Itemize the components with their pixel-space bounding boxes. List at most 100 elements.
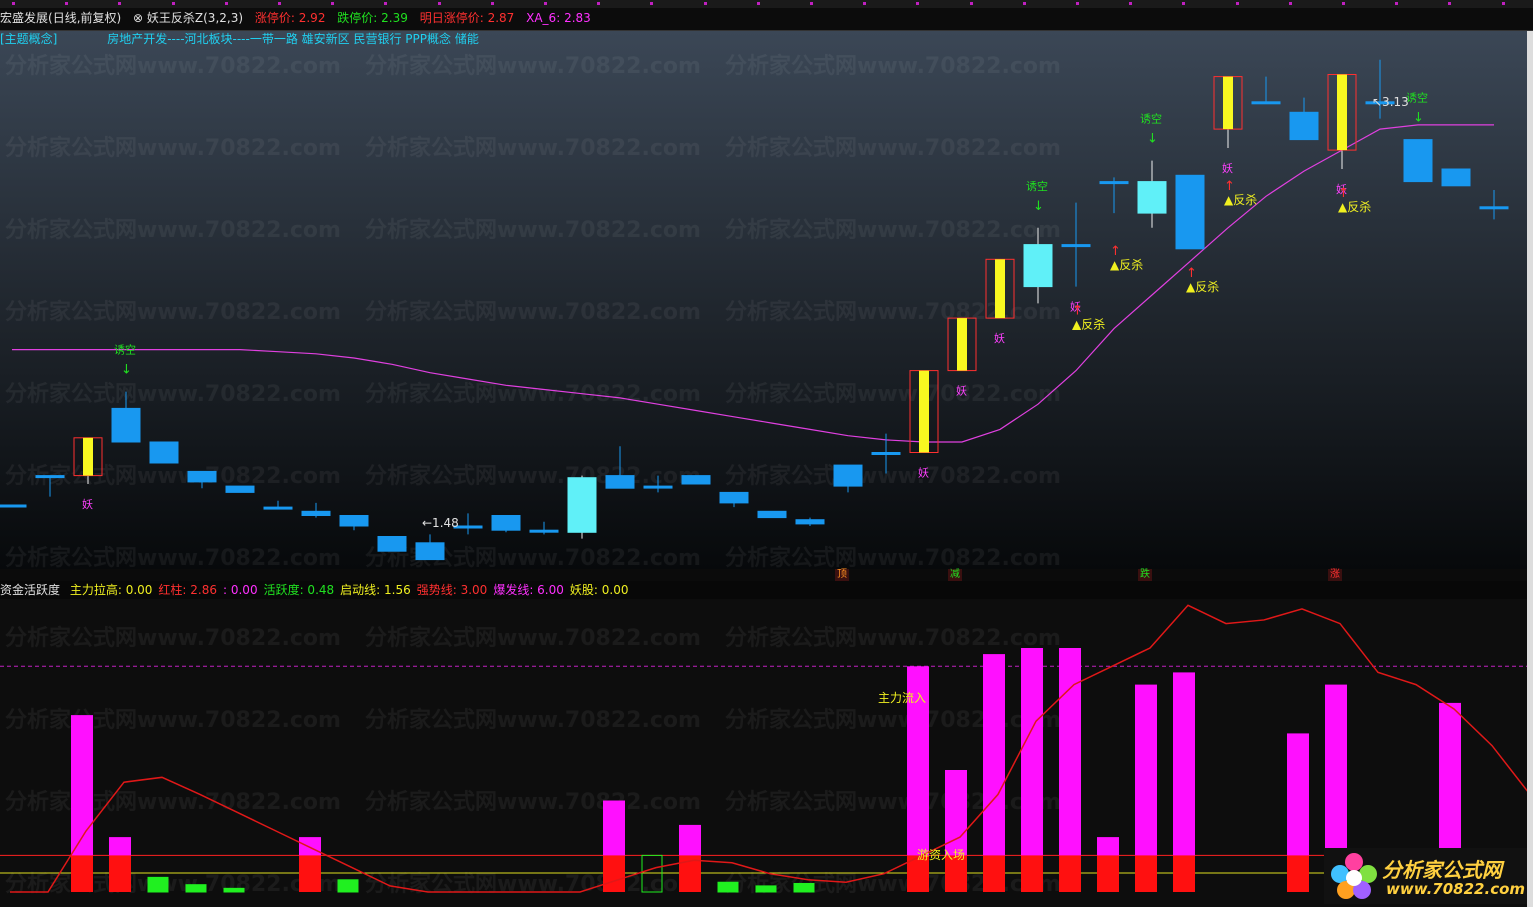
stock-name: 宏盛发展(日线,前复权)	[0, 11, 122, 25]
counter-kill-label: ▲反杀	[1338, 199, 1371, 214]
watermark-text: 分析家公式网www.70822.com	[725, 53, 1061, 79]
tick-dot	[597, 2, 601, 5]
legend-item: 爆发线: 6.00	[493, 583, 564, 597]
fund-activity-chart[interactable]: 分析家公式网www.70822.com 分析家公式网www.70822.com 分析…	[0, 599, 1527, 907]
watermark-text: 分析家公式网www.70822.com	[5, 871, 341, 897]
red-bar	[603, 855, 625, 892]
watermark-text: 分析家公式网www.70822.com	[5, 707, 341, 733]
logo-text-cn: 分析家公式网	[1382, 858, 1502, 882]
signal-tag: 顶	[835, 569, 849, 581]
limit-down-price: 跌停价: 2.39	[337, 11, 408, 25]
tick-dot	[810, 2, 813, 5]
down-arrow-icon: ↓	[1413, 111, 1424, 126]
green-bar	[223, 887, 245, 893]
candle-body	[377, 536, 407, 552]
yao-label: 妖	[994, 331, 1005, 345]
red-bar	[109, 855, 131, 892]
candle-body	[529, 529, 559, 533]
watermark-text: 分析家公式网www.70822.com	[5, 381, 341, 407]
watermark-text: 分析家公式网www.70822.com	[365, 463, 701, 489]
yao-label: 妖	[82, 497, 93, 511]
candle-body	[0, 504, 27, 508]
right-scrollbar[interactable]	[1527, 31, 1533, 907]
up-arrow-icon: ↑	[1072, 304, 1083, 319]
tick-dot	[171, 2, 175, 5]
watermark-text: 分析家公式网www.70822.com	[5, 789, 341, 815]
candle-body	[567, 477, 597, 533]
watermark-text: 分析家公式网www.70822.com	[5, 135, 341, 161]
legend-item: 主力拉高: 0.00	[69, 583, 153, 597]
candle-body-core	[957, 318, 967, 371]
yao-label: 妖	[1222, 161, 1233, 175]
red-bar	[1021, 855, 1043, 892]
hot-money-label: 游资入场	[917, 848, 965, 862]
tick-dot	[916, 2, 920, 5]
up-arrow-icon: ↑	[1110, 244, 1121, 259]
chart-title-bar: 宏盛发展(日线,前复权) ⊗ 妖王反杀Z(3,2,3) 涨停价: 2.92 跌停…	[0, 8, 1533, 31]
low-price-label: ←1.48	[422, 516, 459, 530]
xa6-value: XA_6: 2.83	[526, 11, 591, 25]
counter-kill-label: ▲反杀	[1224, 192, 1257, 207]
red-bar	[983, 855, 1005, 892]
candle-body-core	[995, 259, 1005, 319]
watermark-text: 分析家公式网www.70822.com	[365, 545, 701, 569]
main-price-chart[interactable]: [主题概念] 房地产开发----河北板块----一带一路 雄安新区 民营银行 P…	[0, 31, 1527, 569]
candle-body	[415, 542, 445, 561]
green-bar	[755, 885, 777, 893]
watermark-text: 分析家公式网www.70822.com	[5, 217, 341, 243]
candle-body	[1289, 111, 1319, 141]
tick-dot	[969, 2, 973, 5]
candle-body-core	[919, 370, 929, 453]
tick-dot	[384, 2, 388, 5]
tick-dot	[437, 2, 441, 5]
watermark-text: 分析家公式网www.70822.com	[725, 789, 1061, 815]
watermark-text: 分析家公式网www.70822.com	[725, 463, 1061, 489]
watermark-text: 分析家公式网www.70822.com	[725, 625, 1061, 651]
legend-item: : 0.00	[223, 583, 258, 597]
up-arrow-icon: ↑	[1338, 186, 1349, 201]
watermark-text: 分析家公式网www.70822.com	[5, 545, 341, 569]
candle-body	[1023, 244, 1053, 288]
tick-dot	[1235, 2, 1239, 5]
green-bar	[337, 879, 359, 893]
counter-kill-label: ▲反杀	[1186, 279, 1219, 294]
candle-body	[111, 407, 141, 443]
down-arrow-icon: ↓	[1147, 132, 1158, 147]
watermark-text: 分析家公式网www.70822.com	[725, 135, 1061, 161]
legend-item: 强势线: 3.00	[416, 583, 488, 597]
watermark-text: 分析家公式网www.70822.com	[365, 53, 701, 79]
indicator-name[interactable]: ⊗ 妖王反杀Z(3,2,3)	[133, 8, 243, 29]
top-menu-strip	[0, 0, 1533, 8]
watermark-text: 分析家公式网www.70822.com	[5, 625, 341, 651]
watermark-text: 分析家公式网www.70822.com	[365, 299, 701, 325]
candle-body	[643, 485, 673, 489]
candle-body	[1479, 206, 1509, 210]
red-bar	[1287, 855, 1309, 892]
watermark-text: 分析家公式网www.70822.com	[725, 707, 1061, 733]
tick-dot	[118, 2, 122, 5]
counter-kill-label: ▲反杀	[1072, 317, 1105, 332]
green-bar	[793, 882, 815, 893]
candle-body	[1403, 139, 1433, 183]
red-bar	[1173, 855, 1195, 892]
sub-indicator-title[interactable]: 资金活跃度	[0, 581, 60, 599]
high-price-label: ↖3.13	[1372, 95, 1409, 109]
watermark-text: 分析家公式网www.70822.com	[365, 871, 701, 897]
lure-short-label: 诱空	[1140, 112, 1162, 126]
candle-body-core	[1223, 76, 1233, 130]
watermark-text: 分析家公式网www.70822.com	[725, 217, 1061, 243]
watermark-text: 分析家公式网www.70822.com	[725, 381, 1061, 407]
candle-body	[681, 475, 711, 485]
signal-tag: 减	[948, 569, 962, 581]
candle-body	[225, 485, 255, 493]
candle-body	[1175, 174, 1205, 250]
watermark-text: 分析家公式网www.70822.com	[725, 299, 1061, 325]
watermark-text: 分析家公式网www.70822.com	[365, 707, 701, 733]
tick-dot	[1342, 2, 1345, 5]
watermark-text: 分析家公式网www.70822.com	[5, 53, 341, 79]
candle-body	[1137, 181, 1167, 214]
logo-text-url: www.70822.com	[1386, 880, 1526, 898]
tick-dot	[12, 2, 15, 5]
up-arrow-icon: ↑	[1186, 266, 1197, 281]
tick-dot	[1448, 2, 1452, 5]
